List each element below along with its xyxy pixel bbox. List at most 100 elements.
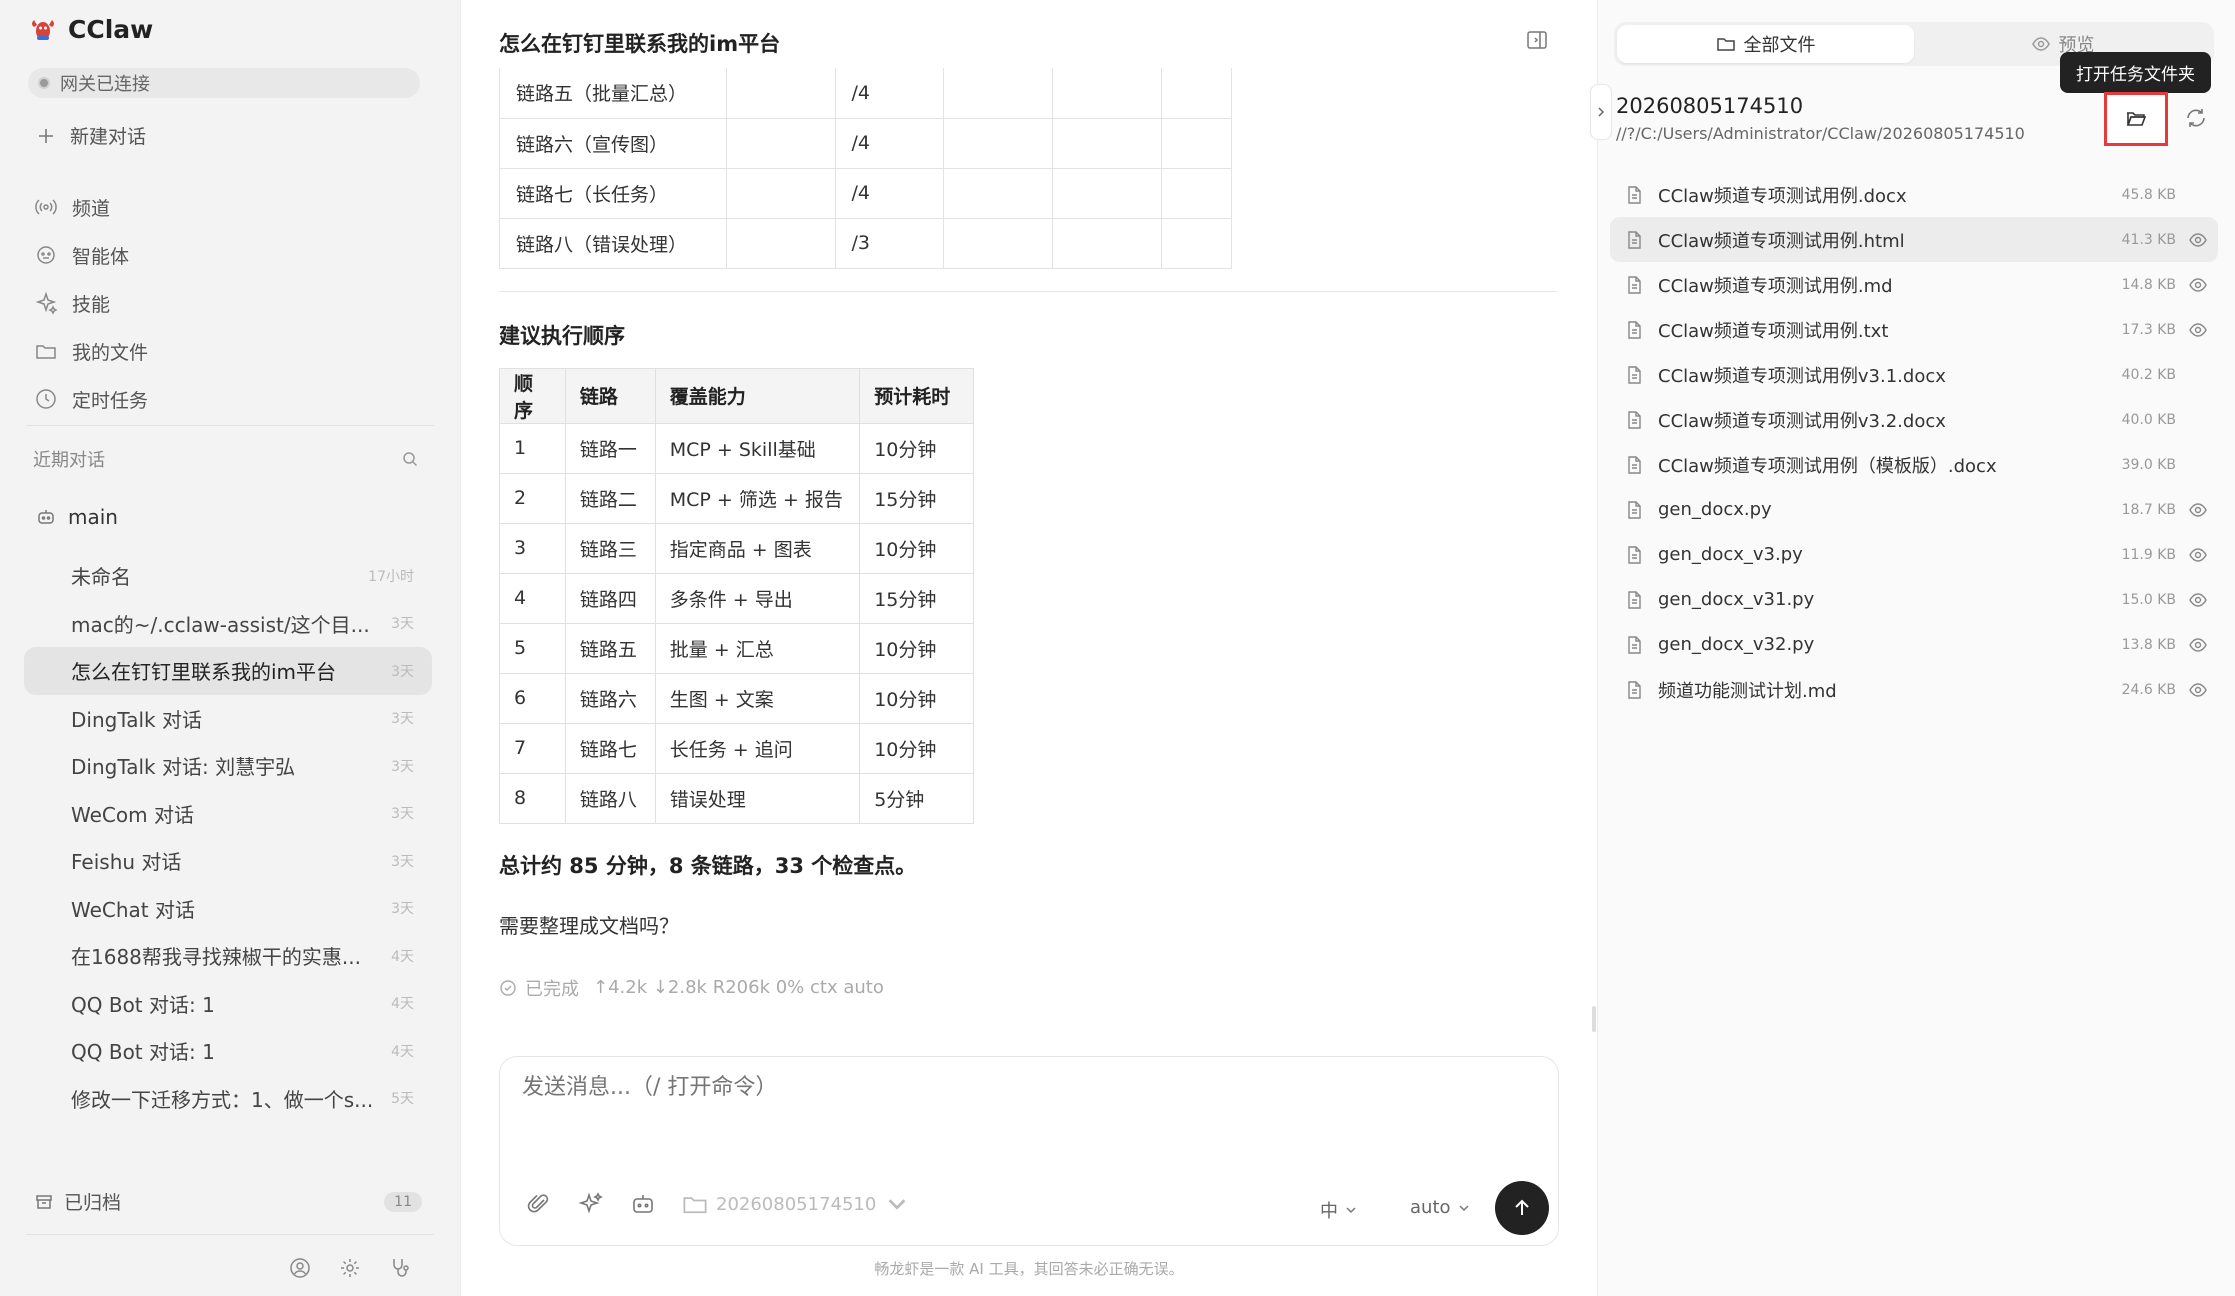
table-cell: 链路四 bbox=[564, 572, 656, 624]
paperclip-icon[interactable] bbox=[526, 1191, 552, 1217]
nav-item-agents[interactable]: 智能体 bbox=[34, 231, 148, 279]
message-input[interactable] bbox=[522, 1075, 1522, 1100]
file-size: 24.6 KB bbox=[2121, 681, 2176, 698]
conversation-item[interactable]: 未命名 17小时 bbox=[24, 552, 432, 600]
mode-select[interactable]: auto bbox=[1410, 1197, 1471, 1218]
file-item[interactable]: CClaw频道专项测试用例（模板版）.docx 39.0 KB bbox=[1610, 442, 2218, 487]
nav-label: 我的文件 bbox=[72, 341, 149, 364]
table-row: 6 链路六 生图 + 文案 10分钟 bbox=[499, 672, 974, 724]
conversation-item[interactable]: 修改一下迁移方式：1、做一个s... 5天 bbox=[24, 1075, 432, 1123]
file-item[interactable]: CClaw频道专项测试用例.docx 45.8 KB bbox=[1610, 172, 2218, 217]
file-item[interactable]: gen_docx.py 18.7 KB bbox=[1610, 487, 2218, 532]
status-label: 已完成 bbox=[525, 978, 579, 1000]
search-icon[interactable] bbox=[401, 450, 419, 468]
conversation-item[interactable]: Feishu 对话 3天 bbox=[24, 837, 432, 885]
refresh-icon[interactable] bbox=[2184, 106, 2208, 130]
file-icon bbox=[1628, 635, 1641, 654]
tab-label: 全部文件 bbox=[1743, 35, 1816, 56]
file-item[interactable]: gen_docx_v3.py 11.9 KB bbox=[1610, 532, 2218, 577]
file-item[interactable]: CClaw频道专项测试用例v3.1.docx 40.2 KB bbox=[1610, 352, 2218, 397]
table-cell bbox=[1052, 167, 1163, 219]
brand[interactable]: CClaw bbox=[28, 14, 153, 44]
conversation-item[interactable]: mac的~/.cclaw-assist/这个目... 3天 bbox=[24, 600, 432, 648]
file-item[interactable]: CClaw频道专项测试用例v3.2.docx 40.0 KB bbox=[1610, 397, 2218, 442]
conversation-title: WeChat 对话 bbox=[71, 897, 196, 922]
table-cell: 1 bbox=[499, 422, 566, 474]
file-size: 45.8 KB bbox=[2121, 186, 2176, 203]
nav-item-skills[interactable]: 技能 bbox=[34, 279, 148, 327]
conversation-time: 3天 bbox=[391, 663, 414, 680]
agent-icon bbox=[37, 246, 55, 264]
nav-item-my-files[interactable]: 我的文件 bbox=[34, 327, 148, 375]
table-row: 3 链路三 指定商品 + 图表 10分钟 bbox=[499, 522, 974, 574]
table-cell: 10分钟 bbox=[859, 722, 974, 774]
conversation-time: 3天 bbox=[391, 711, 414, 728]
language-select[interactable]: 中 bbox=[1320, 1197, 1358, 1223]
conversation-title: Feishu 对话 bbox=[71, 850, 182, 875]
robot-icon[interactable] bbox=[630, 1191, 656, 1217]
file-item[interactable]: CClaw频道专项测试用例.txt 17.3 KB bbox=[1610, 307, 2218, 352]
file-item[interactable]: CClaw频道专项测试用例.html 41.3 KB bbox=[1610, 217, 2218, 262]
table-cell: 6 bbox=[499, 672, 566, 724]
file-item[interactable]: gen_docx_v31.py 15.0 KB bbox=[1610, 577, 2218, 622]
nav-item-channels[interactable]: 频道 bbox=[34, 183, 148, 231]
agent-group-main[interactable]: main bbox=[36, 505, 118, 529]
nav-item-scheduled[interactable]: 定时任务 bbox=[34, 375, 148, 423]
settings-gear-icon[interactable] bbox=[338, 1256, 362, 1280]
conversation-item[interactable]: WeChat 对话 3天 bbox=[24, 885, 432, 933]
file-item[interactable]: CClaw频道专项测试用例.md 14.8 KB bbox=[1610, 262, 2218, 307]
conversation-item-active[interactable]: 怎么在钉钉里联系我的im平台 3天 bbox=[24, 647, 432, 695]
eye-icon[interactable] bbox=[2188, 680, 2208, 700]
eye-icon[interactable] bbox=[2188, 500, 2208, 520]
file-name: CClaw频道专项测试用例.html bbox=[1658, 230, 1905, 252]
stethoscope-icon[interactable] bbox=[388, 1256, 412, 1280]
conversation-item[interactable]: DingTalk 对话 3天 bbox=[24, 695, 432, 743]
collapse-panel-button[interactable] bbox=[1590, 84, 1612, 140]
conversation-title: QQ Bot 对话: 1 bbox=[71, 992, 215, 1017]
eye-icon[interactable] bbox=[2188, 635, 2208, 655]
archived-button[interactable]: 已归档 11 bbox=[34, 1188, 422, 1215]
eye-icon[interactable] bbox=[2188, 275, 2208, 295]
file-list: CClaw频道专项测试用例.docx 45.8 KB CClaw频道专项测试用例… bbox=[1610, 172, 2218, 712]
table-row: 链路六（宣传图） /4 bbox=[499, 117, 1232, 169]
table-cell bbox=[725, 117, 836, 169]
conversation-time: 3天 bbox=[391, 853, 414, 870]
file-name: CClaw频道专项测试用例.md bbox=[1658, 275, 1893, 297]
table-row: 2 链路二 MCP + 筛选 + 报告 15分钟 bbox=[499, 472, 974, 524]
new-chat-button[interactable]: 新建对话 bbox=[36, 122, 146, 149]
resize-handle[interactable] bbox=[1592, 1006, 1596, 1032]
conversation-item[interactable]: QQ Bot 对话: 1 4天 bbox=[24, 1027, 432, 1075]
table-cell: 15分钟 bbox=[859, 572, 974, 624]
conversation-item[interactable]: 在1688帮我寻找辣椒干的实惠... 4天 bbox=[24, 932, 432, 980]
toggle-side-panel-icon[interactable] bbox=[1525, 28, 1549, 52]
send-button[interactable] bbox=[1495, 1181, 1549, 1235]
section-heading: 建议执行顺序 bbox=[499, 323, 625, 348]
workspace-folder-select[interactable]: 20260805174510 bbox=[682, 1191, 910, 1217]
table-cell: 5 bbox=[499, 622, 566, 674]
open-task-folder-button[interactable] bbox=[2104, 92, 2168, 146]
sparkle-icon[interactable] bbox=[578, 1191, 604, 1217]
file-icon bbox=[1628, 230, 1641, 249]
conversation-item[interactable]: QQ Bot 对话: 1 4天 bbox=[24, 980, 432, 1028]
tab-all-files[interactable]: 全部文件 bbox=[1617, 25, 1914, 63]
file-item[interactable]: gen_docx_v32.py 13.8 KB bbox=[1610, 622, 2218, 667]
nav-label: 技能 bbox=[72, 293, 111, 316]
conversation-item[interactable]: WeCom 对话 3天 bbox=[24, 790, 432, 838]
status-badge: 已完成 bbox=[499, 975, 579, 1001]
conversation-title: DingTalk 对话: 刘慧宇弘 bbox=[71, 755, 296, 780]
eye-icon[interactable] bbox=[2188, 545, 2208, 565]
file-item[interactable]: 频道功能测试计划.md 24.6 KB bbox=[1610, 667, 2218, 712]
eye-icon[interactable] bbox=[2188, 590, 2208, 610]
conversation-item[interactable]: DingTalk 对话: 刘慧宇弘 3天 bbox=[24, 742, 432, 790]
table-cell: 链路八 bbox=[564, 772, 656, 824]
file-name: CClaw频道专项测试用例v3.1.docx bbox=[1658, 365, 1946, 387]
file-name: 频道功能测试计划.md bbox=[1658, 680, 1837, 702]
table-cell bbox=[943, 217, 1054, 269]
account-icon[interactable] bbox=[288, 1256, 312, 1280]
eye-icon[interactable] bbox=[2188, 230, 2208, 250]
chevron-down-icon bbox=[1346, 1207, 1356, 1214]
eye-icon[interactable] bbox=[2188, 320, 2208, 340]
conversation-title: mac的~/.cclaw-assist/这个目... bbox=[71, 612, 370, 637]
